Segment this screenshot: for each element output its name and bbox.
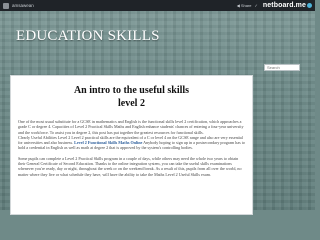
search-input[interactable] (264, 64, 300, 71)
post-title[interactable]: An intro to the useful skills level 2 (67, 84, 197, 110)
post-body: One of the most usual substitute for a G… (18, 119, 245, 177)
avatar (3, 2, 9, 9)
top-bar: amsawean ◀ Share ✓ netboard.me (0, 0, 315, 11)
share-icon: ◀ (236, 3, 240, 8)
post-link[interactable]: Level 2 Functional Skills Maths Online (74, 140, 142, 145)
top-bar-actions: ◀ Share ✓ netboard.me (237, 0, 312, 11)
subscribe-button[interactable]: ✓ (255, 3, 258, 8)
post-text: One of the most usual substitute for a G… (18, 119, 244, 135)
user-menu[interactable]: amsawean (3, 2, 34, 9)
brand-dot-icon (307, 3, 312, 8)
post-card: An intro to the useful skills level 2 On… (10, 75, 253, 215)
brand-link[interactable]: netboard.me (261, 2, 312, 9)
check-icon: ✓ (254, 3, 258, 8)
brand-logo: netboard.me (262, 2, 306, 9)
post-paragraph: One of the most usual substitute for a G… (18, 119, 245, 151)
site-title[interactable]: EDUCATION SKILLS (16, 28, 160, 45)
share-label: Share (240, 3, 252, 8)
share-button[interactable]: ◀ Share (237, 3, 252, 8)
username: amsawean (12, 3, 34, 8)
post-paragraph: Some pupils can complete a Level 2 Pract… (18, 155, 242, 177)
